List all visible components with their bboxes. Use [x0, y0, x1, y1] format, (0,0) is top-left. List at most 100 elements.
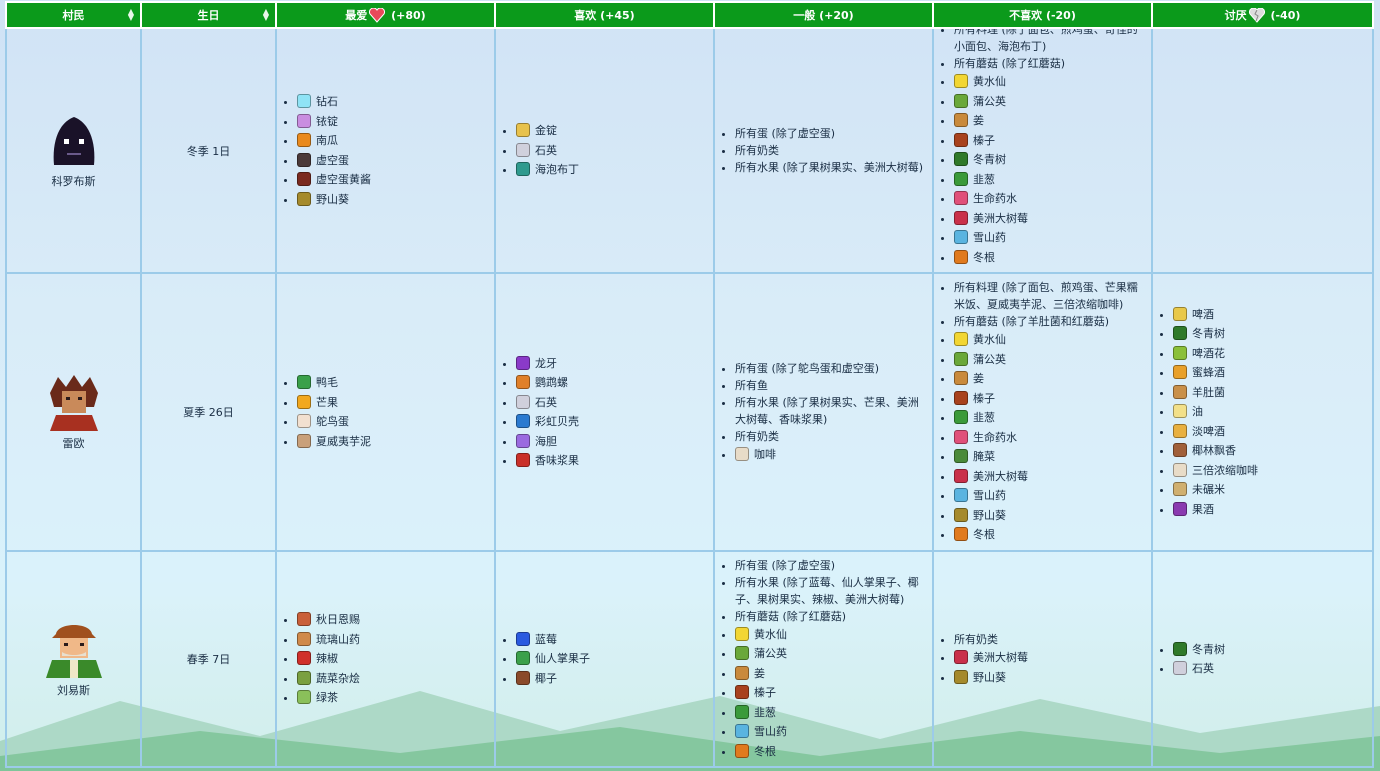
item-link[interactable]: 榛子 — [973, 392, 995, 405]
item-link[interactable]: 石英 — [535, 144, 557, 157]
list-item: 所有水果 (除了果树果实、芒果、美洲大树莓、香味浆果) — [735, 394, 928, 428]
villager-cell[interactable]: 刘易斯 — [5, 550, 142, 768]
item-link[interactable]: 腌菜 — [973, 450, 995, 463]
item-link[interactable]: 黄水仙 — [973, 75, 1006, 88]
item-link[interactable]: 鸵鸟蛋 — [316, 415, 349, 428]
item-link[interactable]: 龙牙 — [535, 357, 557, 370]
item-link[interactable]: 野山葵 — [316, 193, 349, 206]
item-link[interactable]: 冬青树 — [973, 153, 1006, 166]
item-link[interactable]: 榛子 — [754, 686, 776, 699]
item-link[interactable]: 蔬菜杂烩 — [316, 672, 360, 685]
item-link[interactable]: 生命药水 — [973, 192, 1017, 205]
item-link[interactable]: 美洲大树莓 — [973, 470, 1028, 483]
item-link[interactable]: 蒲公英 — [973, 353, 1006, 366]
item-link[interactable]: 石英 — [1192, 662, 1214, 675]
item-link[interactable]: 冬青树 — [1192, 643, 1225, 656]
item-link[interactable]: 冬根 — [973, 251, 995, 264]
item-link[interactable]: 美洲大树莓 — [973, 212, 1028, 225]
birthday-cell: 夏季 26日 — [140, 272, 277, 552]
item-link[interactable]: 美洲大树莓 — [973, 651, 1028, 664]
void-egg-icon — [297, 152, 311, 167]
broken-heart-icon — [1248, 8, 1265, 23]
list-item: 绿茶 — [297, 688, 490, 708]
table-row: 雷欧夏季 26日鸭毛芒果鸵鸟蛋夏威夷芋泥龙牙鹦鹉螺石英彩虹贝壳海胆香味浆果所有蛋… — [5, 272, 1374, 552]
love-cell: 秋日恩赐琉璃山药辣椒蔬菜杂烩绿茶 — [275, 550, 496, 768]
item-link[interactable]: 琉璃山药 — [316, 633, 360, 646]
item-link[interactable]: 海泡布丁 — [535, 163, 579, 176]
item-link[interactable]: 雪山药 — [973, 489, 1006, 502]
item-link[interactable]: 蒲公英 — [973, 95, 1006, 108]
item-link[interactable]: 雪山药 — [754, 725, 787, 738]
item-link[interactable]: 椰子 — [535, 672, 557, 685]
item-link[interactable]: 黄水仙 — [754, 628, 787, 641]
item-link[interactable]: 野山葵 — [973, 671, 1006, 684]
item-link[interactable]: 冬青树 — [1192, 327, 1225, 340]
item-link[interactable]: 铱锭 — [316, 115, 338, 128]
item-link[interactable]: 果酒 — [1192, 503, 1214, 516]
item-link[interactable]: 未碾米 — [1192, 483, 1225, 496]
list-item: 姜 — [954, 369, 1147, 389]
item-link[interactable]: 虚空蛋黄酱 — [316, 173, 371, 186]
item-link[interactable]: 蓝莓 — [535, 633, 557, 646]
item-link[interactable]: 榛子 — [973, 134, 995, 147]
item-link[interactable]: 蜜蜂酒 — [1192, 366, 1225, 379]
category-text: 所有蘑菇 (除了红蘑菇) — [735, 609, 847, 623]
item-link[interactable]: 啤酒花 — [1192, 347, 1225, 360]
birthday-column-header[interactable]: 生日 ▲ ▼ — [140, 1, 277, 29]
list-item: 彩虹贝壳 — [516, 412, 709, 432]
item-link[interactable]: 南瓜 — [316, 134, 338, 147]
clipped-cell-content: 所有料理 (除了面包、煎鸡蛋、奇怪的小面包、海泡布丁) 所有蘑菇 (除了红蘑菇) 黄… — [938, 29, 1147, 272]
item-link[interactable]: 咖啡 — [754, 448, 776, 461]
item-link[interactable]: 虚空蛋 — [316, 154, 349, 167]
item-link[interactable]: 姜 — [973, 114, 984, 127]
item-link[interactable]: 仙人掌果子 — [535, 652, 590, 665]
category-text: 所有鱼 — [735, 378, 768, 392]
item-link[interactable]: 钻石 — [316, 95, 338, 108]
gift-list: 金锭石英海泡布丁 — [500, 121, 709, 180]
item-link[interactable]: 夏威夷芋泥 — [316, 435, 371, 448]
item-link[interactable]: 冬根 — [754, 745, 776, 758]
item-link[interactable]: 韭葱 — [973, 173, 995, 186]
item-link[interactable]: 海胆 — [535, 435, 557, 448]
villager-name[interactable]: 科罗布斯 — [11, 173, 136, 189]
item-link[interactable]: 绿茶 — [316, 691, 338, 704]
item-link[interactable]: 鹦鹉螺 — [535, 376, 568, 389]
list-item: 未碾米 — [1173, 480, 1368, 500]
villager-cell[interactable]: 科罗布斯 — [5, 27, 142, 274]
item-link[interactable]: 油 — [1192, 405, 1203, 418]
item-link[interactable]: 羊肚菌 — [1192, 386, 1225, 399]
item-link[interactable]: 辣椒 — [316, 652, 338, 665]
villager-cell[interactable]: 雷欧 — [5, 272, 142, 552]
item-link[interactable]: 彩虹贝壳 — [535, 415, 579, 428]
item-link[interactable]: 淡啤酒 — [1192, 425, 1225, 438]
item-link[interactable]: 冬根 — [973, 528, 995, 541]
item-link[interactable]: 姜 — [973, 372, 984, 385]
item-link[interactable]: 韭葱 — [973, 411, 995, 424]
ostrich-egg-icon — [297, 414, 311, 428]
wild-horseradish-icon — [297, 191, 311, 206]
item-link[interactable]: 野山葵 — [973, 509, 1006, 522]
item-link[interactable]: 金锭 — [535, 124, 557, 137]
item-link[interactable]: 黄水仙 — [973, 333, 1006, 346]
item-link[interactable]: 鸭毛 — [316, 376, 338, 389]
item-link[interactable]: 芒果 — [316, 396, 338, 409]
wine-icon — [1173, 501, 1187, 516]
neutral-cell: 所有蛋 (除了鸵鸟蛋和虚空蛋) 所有鱼所有水果 (除了果树果实、芒果、美洲大树莓、… — [713, 272, 934, 552]
sort-icon: ▲ ▼ — [262, 7, 269, 22]
item-link[interactable]: 姜 — [754, 667, 765, 680]
item-link[interactable]: 蒲公英 — [754, 647, 787, 660]
item-link[interactable]: 石英 — [535, 396, 557, 409]
list-item: 美洲大树莓 — [954, 209, 1147, 229]
item-link[interactable]: 韭葱 — [754, 706, 776, 719]
item-link[interactable]: 椰林飘香 — [1192, 444, 1236, 457]
item-link[interactable]: 生命药水 — [973, 431, 1017, 444]
item-link[interactable]: 三倍浓缩咖啡 — [1192, 464, 1258, 477]
item-link[interactable]: 秋日恩赐 — [316, 613, 360, 626]
villager-name[interactable]: 刘易斯 — [11, 682, 136, 698]
item-link[interactable]: 雪山药 — [973, 231, 1006, 244]
villager-name[interactable]: 雷欧 — [11, 435, 136, 451]
item-link[interactable]: 香味浆果 — [535, 454, 579, 467]
love-cell: 鸭毛芒果鸵鸟蛋夏威夷芋泥 — [275, 272, 496, 552]
item-link[interactable]: 啤酒 — [1192, 308, 1214, 321]
villager-column-header[interactable]: 村民 ▲ ▼ — [5, 1, 142, 29]
